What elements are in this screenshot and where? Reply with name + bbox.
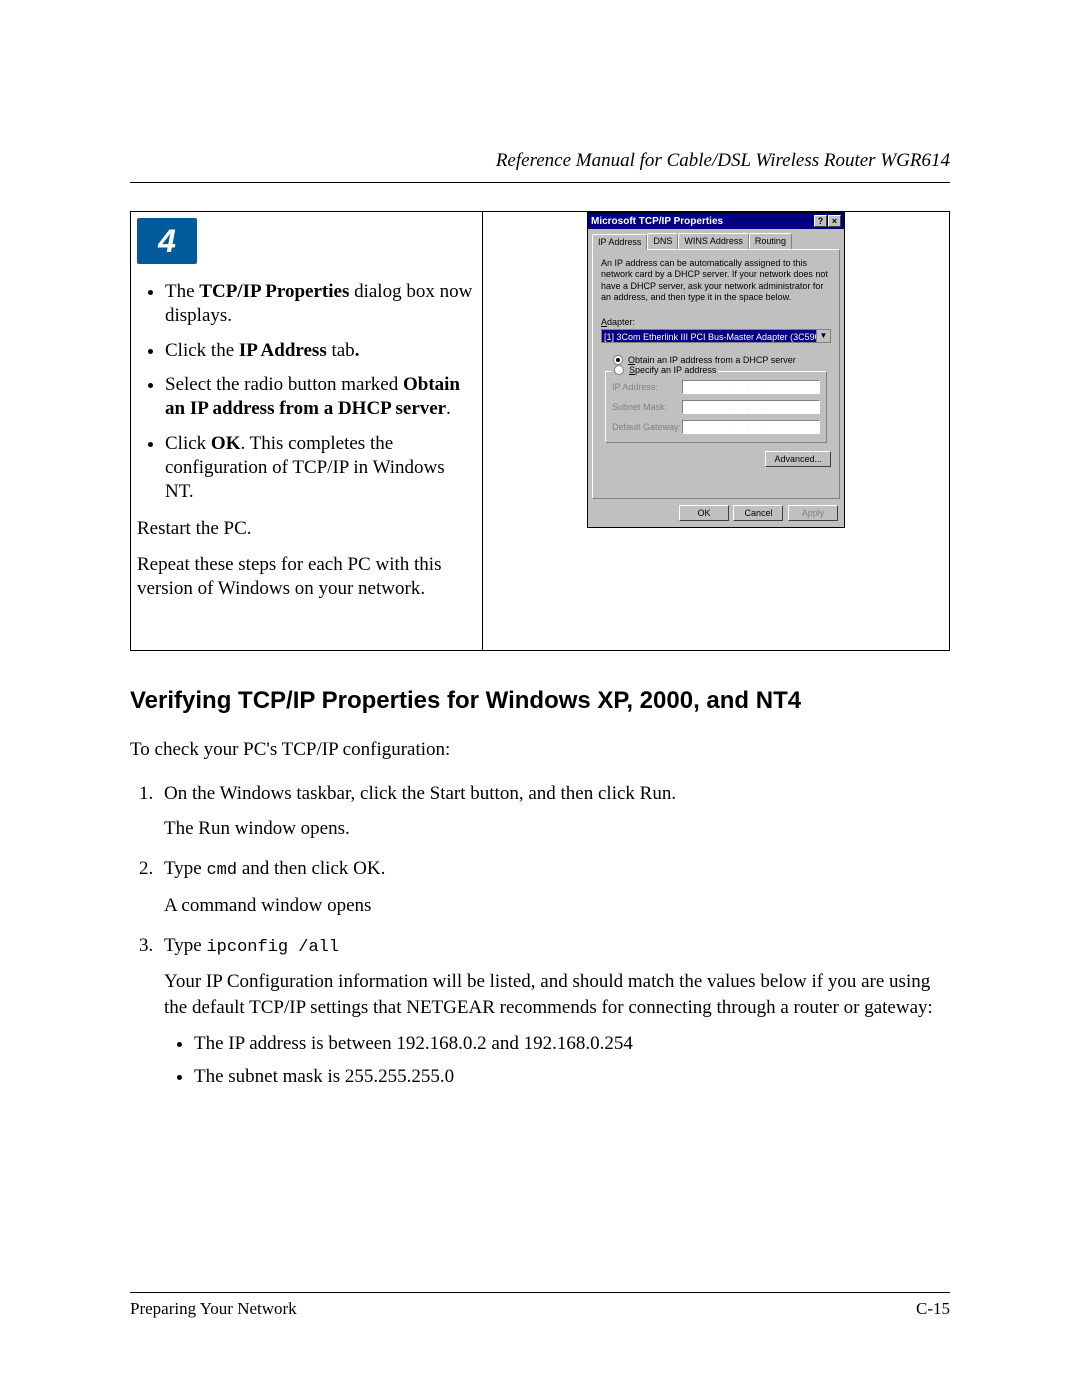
footer-page-number: C-15 [916, 1299, 950, 1319]
ip-address-field: IP Address: . . . [612, 380, 820, 394]
tcpip-properties-dialog: Microsoft TCP/IP Properties ? × IP Addre… [587, 212, 845, 528]
help-icon[interactable]: ? [814, 215, 827, 227]
default-gateway-input: . . . [682, 420, 820, 434]
dialog-titlebar: Microsoft TCP/IP Properties ? × [588, 213, 844, 229]
step-sub-text: The Run window opens. [164, 816, 950, 842]
radio-icon [614, 365, 624, 375]
step-bullet: Click OK. This completes the configurati… [165, 432, 478, 505]
tab-ip-address[interactable]: IP Address [592, 234, 647, 250]
close-icon[interactable]: × [828, 215, 841, 227]
radio-icon [613, 355, 623, 365]
tab-dns[interactable]: DNS [647, 233, 678, 249]
step-item: Type ipconfig /all Your IP Configuration… [158, 933, 950, 1091]
step-box: 4 The TCP/IP Properties dialog box now d… [130, 211, 950, 651]
adapter-combobox[interactable]: [1] 3Com Etherlink III PCI Bus-Master Ad… [601, 329, 831, 343]
tab-routing[interactable]: Routing [749, 233, 792, 249]
sub-bullet-list: The IP address is between 192.168.0.2 an… [194, 1031, 950, 1090]
footer-rule [130, 1292, 950, 1293]
header-rule [130, 182, 950, 183]
adapter-label: Adapter: [601, 317, 831, 327]
adapter-selected-value: [1] 3Com Etherlink III PCI Bus-Master Ad… [602, 330, 816, 342]
step-number-badge: 4 [137, 218, 197, 264]
page-header-title: Reference Manual for Cable/DSL Wireless … [130, 150, 950, 172]
step-left-column: 4 The TCP/IP Properties dialog box now d… [131, 212, 483, 650]
dialog-tabs: IP Address DNS WINS Address Routing [588, 229, 844, 249]
step-sub-text: A command window opens [164, 893, 950, 919]
sub-bullet: The IP address is between 192.168.0.2 an… [194, 1031, 950, 1057]
step-item: Type cmd and then click OK. A command wi… [158, 856, 950, 919]
sub-bullet: The subnet mask is 255.255.255.0 [194, 1064, 950, 1090]
tab-wins-address[interactable]: WINS Address [678, 233, 749, 249]
page-footer: Preparing Your Network C-15 [130, 1284, 950, 1319]
step-bullet: The TCP/IP Properties dialog box now dis… [165, 280, 478, 329]
cancel-button[interactable]: Cancel [733, 505, 783, 521]
dialog-title: Microsoft TCP/IP Properties [591, 216, 813, 227]
steps-list: On the Windows taskbar, click the Start … [130, 781, 950, 1090]
step-right-column: Microsoft TCP/IP Properties ? × IP Addre… [483, 212, 949, 650]
radio-specify-ip[interactable]: Specify an IP address [612, 365, 718, 375]
step-item: On the Windows taskbar, click the Start … [158, 781, 950, 842]
dialog-button-row: OK Cancel Apply [588, 503, 844, 527]
step-paragraph: Repeat these steps for each PC with this… [135, 553, 478, 602]
step-sub-text: Your IP Configuration information will b… [164, 969, 950, 1020]
chevron-down-icon[interactable]: ▼ [816, 330, 830, 342]
radio-obtain-dhcp[interactable]: Obtain an IP address from a DHCP server [613, 355, 831, 365]
dialog-tab-body: An IP address can be automatically assig… [592, 249, 840, 499]
advanced-button[interactable]: Advanced... [765, 451, 831, 467]
apply-button[interactable]: Apply [788, 505, 838, 521]
default-gateway-field: Default Gateway: . . . [612, 420, 820, 434]
dialog-description: An IP address can be automatically assig… [601, 258, 831, 303]
ip-address-input: . . . [682, 380, 820, 394]
subnet-mask-field: Subnet Mask: . . . [612, 400, 820, 414]
section-heading: Verifying TCP/IP Properties for Windows … [130, 687, 950, 715]
step-bullet: Click the IP Address tab. [165, 339, 478, 363]
footer-left: Preparing Your Network [130, 1299, 297, 1319]
step-paragraph: Restart the PC. [135, 517, 478, 541]
ok-button[interactable]: OK [679, 505, 729, 521]
specify-ip-group: Specify an IP address IP Address: . . . … [605, 371, 827, 443]
section-intro: To check your PC's TCP/IP configuration: [130, 737, 950, 763]
step-bullet: Select the radio button marked Obtain an… [165, 373, 478, 422]
subnet-mask-input: . . . [682, 400, 820, 414]
